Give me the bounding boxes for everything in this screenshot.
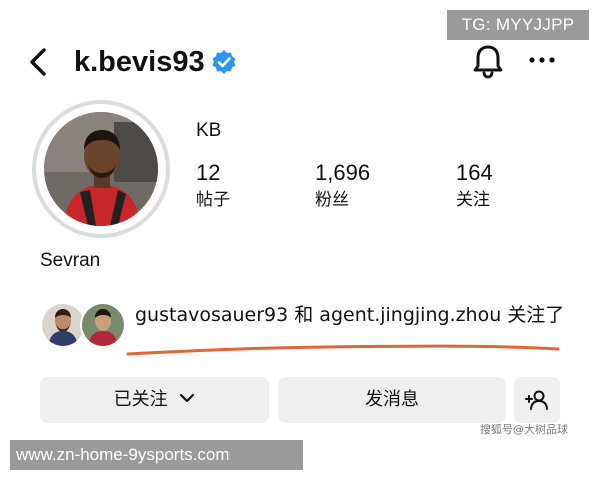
stat-followers-label: 粉丝 (315, 190, 349, 210)
notifications-button[interactable] (471, 42, 505, 80)
back-arrow-icon (30, 48, 46, 76)
underline-annotation (126, 344, 560, 356)
message-button[interactable]: 发消息 (278, 377, 506, 423)
profile-header: k.bevis93 (0, 40, 600, 84)
stat-posts[interactable]: 12 帖子 (196, 160, 230, 211)
avatar-photo (44, 112, 158, 226)
profile-avatar[interactable] (32, 100, 170, 238)
watermark-url: www.zn-home-9ysports.com (16, 445, 230, 464)
mutual-followers-text: gustavosauer93 和 agent.jingjing.zhou 关注了 (135, 304, 565, 326)
bell-icon (473, 45, 503, 79)
stat-following-value: 164 (456, 160, 493, 185)
stat-followers-value: 1,696 (315, 160, 371, 185)
watermark-url-banner: www.zn-home-9ysports.com (10, 440, 303, 470)
more-icon (529, 57, 555, 63)
add-user-icon (525, 390, 548, 410)
profile-location: Sevran (40, 250, 101, 271)
more-options-button[interactable] (527, 48, 557, 72)
back-button[interactable] (24, 44, 54, 80)
following-button[interactable]: 已关注 (40, 377, 269, 423)
stat-posts-label: 帖子 (196, 190, 230, 210)
stat-followers[interactable]: 1,696 粉丝 (315, 160, 370, 211)
message-label: 发消息 (365, 389, 419, 410)
verified-badge-icon (211, 49, 237, 75)
stat-following[interactable]: 164 关注 (456, 160, 493, 211)
source-credit: 搜狐号@大树品球 (480, 423, 568, 436)
chevron-down-icon (180, 393, 195, 403)
username: k.bevis93 (74, 46, 205, 78)
following-label: 已关注 (113, 389, 168, 410)
mutual-avatar-2 (80, 302, 126, 348)
display-name: KB (196, 120, 222, 141)
add-user-button[interactable] (514, 377, 560, 423)
watermark-tg: TG: MYYJJPP (447, 10, 589, 40)
stat-following-label: 关注 (456, 190, 490, 210)
stat-posts-value: 12 (196, 160, 221, 185)
